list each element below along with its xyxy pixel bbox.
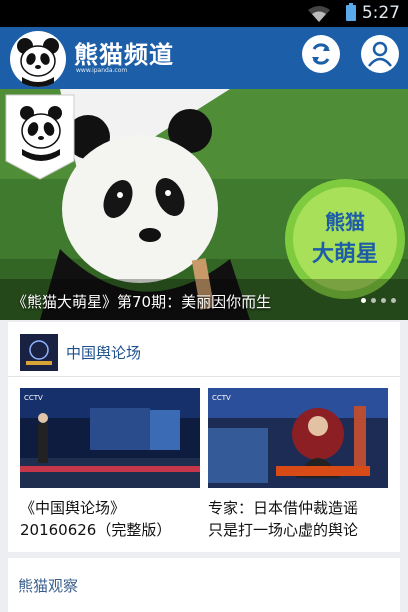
carousel-indicator — [356, 288, 396, 307]
refresh-button[interactable] — [302, 35, 340, 73]
app-subtitle: www.ipanda.com — [76, 67, 128, 74]
hero-caption: 《熊猫大萌星》第70期：美丽因你而生 — [12, 293, 272, 311]
svg-text:CCTV: CCTV — [212, 394, 231, 402]
app-header: 熊猫频道 www.ipanda.com — [0, 27, 408, 89]
svg-text:大萌星: 大萌星 — [312, 242, 378, 267]
carousel-dot[interactable] — [381, 298, 386, 303]
video-title: 专家：日本借仲裁造谣 只是打一场心虚的舆论 — [208, 497, 386, 541]
svg-text:CCTV: CCTV — [24, 394, 43, 402]
section-header[interactable]: 中国舆论场 — [8, 322, 400, 377]
video-title-line: 只是打一场心虚的舆论 — [208, 521, 359, 539]
user-icon — [368, 41, 392, 67]
video-item[interactable]: CCTV 《中国舆论场》 20160626（完整版） — [20, 388, 200, 541]
clock: 5:27 — [361, 3, 400, 23]
battery-icon — [346, 3, 356, 21]
wifi-icon — [308, 6, 330, 22]
status-bar: 5:27 — [0, 0, 408, 27]
section-title: 中国舆论场 — [66, 344, 142, 362]
video-thumbnail: CCTV — [20, 388, 200, 488]
video-item[interactable]: CCTV 专家：日本借仲裁造谣 只是打一场心虚的舆论 — [208, 388, 388, 541]
refresh-icon — [312, 43, 330, 65]
carousel-dot[interactable] — [371, 298, 376, 303]
panda-logo-icon[interactable] — [10, 31, 66, 87]
section-title: 熊猫观察 — [18, 577, 79, 595]
carousel-dot[interactable] — [391, 298, 396, 303]
app-title: 熊猫频道 — [74, 41, 174, 69]
video-title-line: 20160626（完整版） — [20, 521, 172, 539]
video-title-line: 专家：日本借仲裁造谣 — [208, 499, 359, 517]
carousel-dot[interactable] — [361, 298, 366, 303]
hero-banner[interactable]: 熊猫 大萌星 《熊猫大萌星》第70期：美丽因你而生 — [0, 89, 408, 320]
video-title: 《中国舆论场》 20160626（完整版） — [20, 497, 198, 541]
section-thumbnail — [20, 334, 58, 371]
profile-button[interactable] — [361, 35, 399, 73]
video-thumbnail: CCTV — [208, 388, 388, 488]
section-card[interactable]: 熊猫观察 — [8, 558, 400, 612]
hero-image: 熊猫 大萌星 — [0, 89, 408, 320]
svg-text:熊猫: 熊猫 — [325, 210, 365, 234]
video-title-line: 《中国舆论场》 — [20, 499, 126, 517]
section-card: 中国舆论场 CCTV 《中国舆论场》 20160626（完整版） CCTV 专家… — [8, 322, 400, 552]
